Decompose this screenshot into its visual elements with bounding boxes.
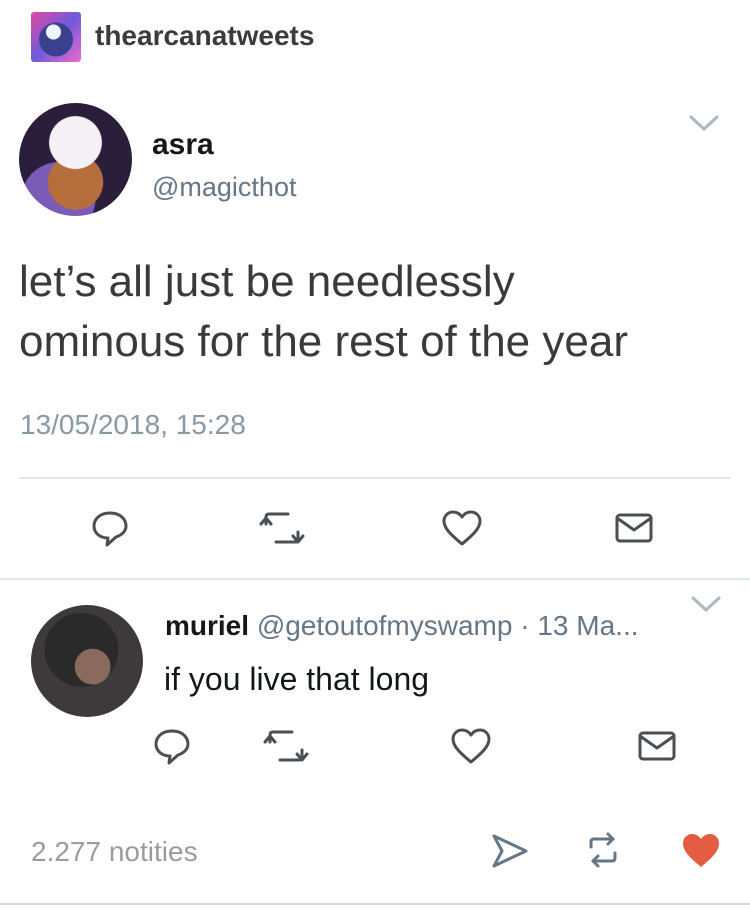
reply-date[interactable]: 13 Ma... <box>537 610 638 641</box>
reply-separator: · <box>520 610 530 641</box>
liked-heart-icon[interactable] <box>681 832 721 870</box>
bottom-border <box>0 903 750 905</box>
reply-display-name[interactable]: muriel <box>165 610 249 641</box>
retweet-icon[interactable] <box>262 726 310 766</box>
reblog-icon[interactable] <box>583 830 623 870</box>
share-icon[interactable] <box>490 832 530 870</box>
reply-icon[interactable] <box>152 726 192 766</box>
author-display-name[interactable]: asra <box>152 128 214 162</box>
blog-avatar[interactable] <box>31 12 81 62</box>
tweet-text: let’s all just be needlessly ominous for… <box>19 252 719 372</box>
notes-count[interactable]: 2.277 notities <box>31 836 198 868</box>
like-icon[interactable] <box>440 508 484 548</box>
reply-handle[interactable]: @getoutofmyswamp <box>257 610 513 641</box>
reply-text: if you live that long <box>164 661 430 697</box>
author-avatar[interactable] <box>19 103 132 216</box>
reply-icon[interactable] <box>90 508 130 548</box>
direct-message-icon[interactable] <box>612 508 656 548</box>
direct-message-icon[interactable] <box>635 726 679 766</box>
tweet-text-line: ominous for the rest of the year <box>19 317 628 366</box>
like-icon[interactable] <box>449 726 493 766</box>
tweet-timestamp: 13/05/2018, 15:28 <box>20 409 246 440</box>
divider <box>19 477 730 479</box>
chevron-down-icon[interactable] <box>688 113 720 133</box>
reply-avatar[interactable] <box>31 605 143 717</box>
tweet-text-line: let’s all just be needlessly <box>19 257 515 306</box>
reply-header: muriel @getoutofmyswamp · 13 Ma... <box>165 610 639 642</box>
blog-name[interactable]: thearcanatweets <box>95 20 314 52</box>
author-handle[interactable]: @magicthot <box>152 172 296 203</box>
retweet-icon[interactable] <box>258 508 306 548</box>
divider <box>0 578 750 580</box>
chevron-down-icon[interactable] <box>690 594 722 614</box>
